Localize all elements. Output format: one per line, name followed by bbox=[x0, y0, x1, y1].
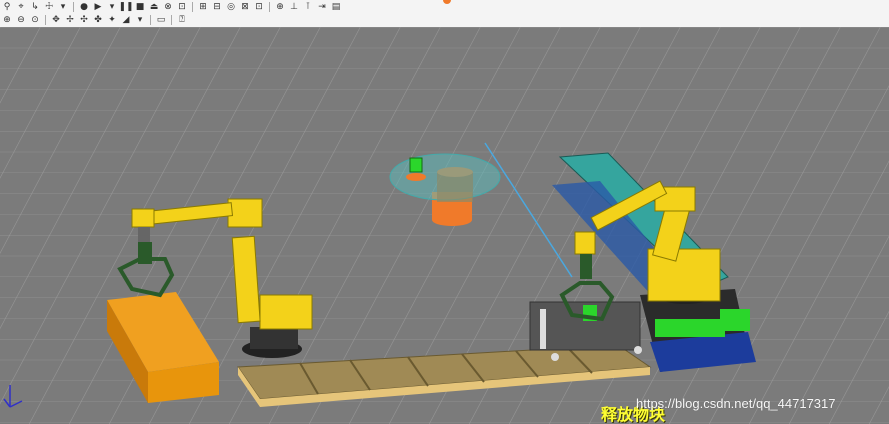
measure-icon[interactable]: ⊺ bbox=[302, 1, 314, 13]
toolbar: ⚲ ⌖ ↳ ☩ ▾ ● ▶ ▾ ❚❚ ■ ⏏ ⊗ ⊡ ⊞ ⊟ ◎ ⊠ ⊡ ⊕ ⊥ ⊺ ⇥ ▤ ⊕ ⊖ ⊙ ✥ ✢ ✣ ✤ ✦ ◢ ▾ ▭ ⍰ bbox=[0, 0, 889, 28]
toolbar-separator bbox=[269, 1, 270, 12]
keyboard-icon[interactable]: ▭ bbox=[155, 14, 167, 26]
toolbar-row-2: ⊕ ⊖ ⊙ ✥ ✢ ✣ ✤ ✦ ◢ ▾ ▭ ⍰ bbox=[0, 13, 189, 26]
toolbar-separator bbox=[150, 14, 151, 25]
fixture-icon[interactable]: ⊠ bbox=[239, 1, 251, 13]
run-dropdown-icon[interactable]: ▾ bbox=[106, 1, 118, 13]
align-icon[interactable]: ✦ bbox=[106, 14, 118, 26]
cell-browser-icon[interactable]: ⊞ bbox=[197, 1, 209, 13]
app-window: ⚲ ⌖ ↳ ☩ ▾ ● ▶ ▾ ❚❚ ■ ⏏ ⊗ ⊡ ⊞ ⊟ ◎ ⊠ ⊡ ⊕ ⊥ ⊺ ⇥ ▤ ⊕ ⊖ ⊙ ✥ ✢ ✣ ✤ ✦ ◢ ▾ ▭ ⍰ bbox=[0, 0, 889, 424]
translate-icon[interactable]: ✣ bbox=[78, 14, 90, 26]
record-icon[interactable]: ● bbox=[78, 1, 90, 13]
workcell-scene bbox=[0, 27, 889, 424]
target-icon[interactable]: ◎ bbox=[225, 1, 237, 13]
zoom-in-icon[interactable]: ⊕ bbox=[1, 14, 13, 26]
status-indicator bbox=[443, 0, 451, 4]
watermark-url: https://blog.csdn.net/qq_44717317 bbox=[636, 396, 836, 411]
move-axes-icon[interactable]: ✥ bbox=[50, 14, 62, 26]
toolbar-separator bbox=[45, 14, 46, 25]
3d-viewport[interactable]: 释放物块 bbox=[0, 27, 889, 424]
settings-icon[interactable]: ▤ bbox=[330, 1, 342, 13]
part-icon[interactable]: ⊟ bbox=[211, 1, 223, 13]
stop-icon[interactable]: ■ bbox=[134, 1, 146, 13]
toolbar-separator bbox=[192, 1, 193, 12]
jog-icon[interactable]: ☩ bbox=[43, 1, 55, 13]
abort-icon[interactable]: ⊗ bbox=[162, 1, 174, 13]
arrow-dropdown-icon[interactable]: ▾ bbox=[57, 1, 69, 13]
eject-icon[interactable]: ⏏ bbox=[148, 1, 160, 13]
chart-icon[interactable]: ⊥ bbox=[288, 1, 300, 13]
reset-icon[interactable]: ⊡ bbox=[176, 1, 188, 13]
toolbar-separator bbox=[73, 1, 74, 12]
view-dropdown-icon[interactable]: ◢ bbox=[120, 14, 132, 26]
lock-icon[interactable]: ⍰ bbox=[176, 14, 188, 26]
view-arrow-icon[interactable]: ▾ bbox=[134, 14, 146, 26]
profiler-icon[interactable]: ⊕ bbox=[274, 1, 286, 13]
toolbar-row-1: ⚲ ⌖ ↳ ☩ ▾ ● ▶ ▾ ❚❚ ■ ⏏ ⊗ ⊡ ⊞ ⊟ ◎ ⊠ ⊡ ⊕ ⊥ ⊺ ⇥ ▤ bbox=[0, 0, 343, 13]
rotate-icon[interactable]: ✤ bbox=[92, 14, 104, 26]
zoom-out-icon[interactable]: ⊖ bbox=[15, 14, 27, 26]
run-icon[interactable]: ▶ bbox=[92, 1, 104, 13]
teach-pendant-icon[interactable]: ⚲ bbox=[1, 1, 13, 13]
zoom-fit-icon[interactable]: ⊙ bbox=[29, 14, 41, 26]
move-to-icon[interactable]: ↳ bbox=[29, 1, 41, 13]
rotate-axes-icon[interactable]: ✢ bbox=[64, 14, 76, 26]
frame-icon[interactable]: ⌖ bbox=[15, 1, 27, 13]
export-icon[interactable]: ⇥ bbox=[316, 1, 328, 13]
obstacle-icon[interactable]: ⊡ bbox=[253, 1, 265, 13]
pause-icon[interactable]: ❚❚ bbox=[118, 1, 133, 13]
toolbar-separator bbox=[171, 14, 172, 25]
